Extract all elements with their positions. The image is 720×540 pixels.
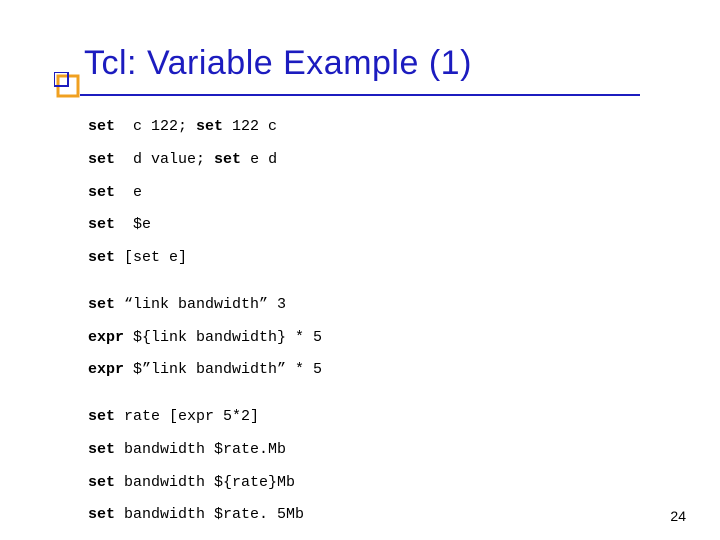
keyword: set bbox=[88, 184, 115, 201]
spacer bbox=[88, 394, 648, 408]
spacer bbox=[88, 492, 648, 506]
slide-body: set c 122; set 122 c set d value; set e … bbox=[88, 118, 648, 525]
code-line: set rate [expr 5*2] bbox=[88, 408, 648, 427]
spacer bbox=[88, 202, 648, 216]
keyword: set bbox=[88, 506, 115, 523]
code-text: ${link bandwidth} * 5 bbox=[124, 329, 322, 346]
spacer bbox=[88, 282, 648, 296]
spacer bbox=[88, 347, 648, 361]
keyword: set bbox=[196, 118, 223, 135]
spacer bbox=[88, 170, 648, 184]
code-text: d value; bbox=[115, 151, 214, 168]
code-text: bandwidth ${rate}Mb bbox=[115, 474, 295, 491]
keyword: expr bbox=[88, 329, 124, 346]
code-line: set e bbox=[88, 184, 648, 203]
code-line: set c 122; set 122 c bbox=[88, 118, 648, 137]
code-text: rate [expr 5*2] bbox=[115, 408, 259, 425]
code-line: set “link bandwidth” 3 bbox=[88, 296, 648, 315]
spacer bbox=[88, 427, 648, 441]
keyword: set bbox=[214, 151, 241, 168]
spacer bbox=[88, 315, 648, 329]
keyword: set bbox=[88, 474, 115, 491]
code-text: $e bbox=[115, 216, 151, 233]
spacer bbox=[88, 268, 648, 282]
spacer bbox=[88, 137, 648, 151]
code-line: set bandwidth $rate.Mb bbox=[88, 441, 648, 460]
spacer bbox=[88, 460, 648, 474]
keyword: set bbox=[88, 216, 115, 233]
keyword: set bbox=[88, 151, 115, 168]
code-text: c 122; bbox=[115, 118, 196, 135]
code-line: set d value; set e d bbox=[88, 151, 648, 170]
code-line: set bandwidth $rate. 5Mb bbox=[88, 506, 648, 525]
code-line: set $e bbox=[88, 216, 648, 235]
code-text: e d bbox=[241, 151, 277, 168]
square-icon bbox=[54, 72, 82, 100]
spacer bbox=[88, 380, 648, 394]
code-text: “link bandwidth” 3 bbox=[115, 296, 286, 313]
code-line: expr ${link bandwidth} * 5 bbox=[88, 329, 648, 348]
code-line: set bandwidth ${rate}Mb bbox=[88, 474, 648, 493]
keyword: set bbox=[88, 249, 115, 266]
spacer bbox=[88, 235, 648, 249]
code-line: set [set e] bbox=[88, 249, 648, 268]
code-text: e bbox=[115, 184, 142, 201]
keyword: set bbox=[88, 441, 115, 458]
title-underline bbox=[80, 94, 640, 96]
corner-decoration bbox=[54, 72, 82, 100]
code-text: $”link bandwidth” * 5 bbox=[124, 361, 322, 378]
slide-title: Tcl: Variable Example (1) bbox=[84, 44, 472, 83]
code-text: 122 c bbox=[223, 118, 277, 135]
page-number: 24 bbox=[670, 508, 686, 524]
code-text: [set e] bbox=[115, 249, 187, 266]
code-text: bandwidth $rate. 5Mb bbox=[115, 506, 304, 523]
keyword: set bbox=[88, 118, 115, 135]
slide: { "title": "Tcl: Variable Example (1)", … bbox=[0, 0, 720, 540]
keyword: set bbox=[88, 296, 115, 313]
code-line: expr $”link bandwidth” * 5 bbox=[88, 361, 648, 380]
keyword: set bbox=[88, 408, 115, 425]
code-text: bandwidth $rate.Mb bbox=[115, 441, 286, 458]
keyword: expr bbox=[88, 361, 124, 378]
